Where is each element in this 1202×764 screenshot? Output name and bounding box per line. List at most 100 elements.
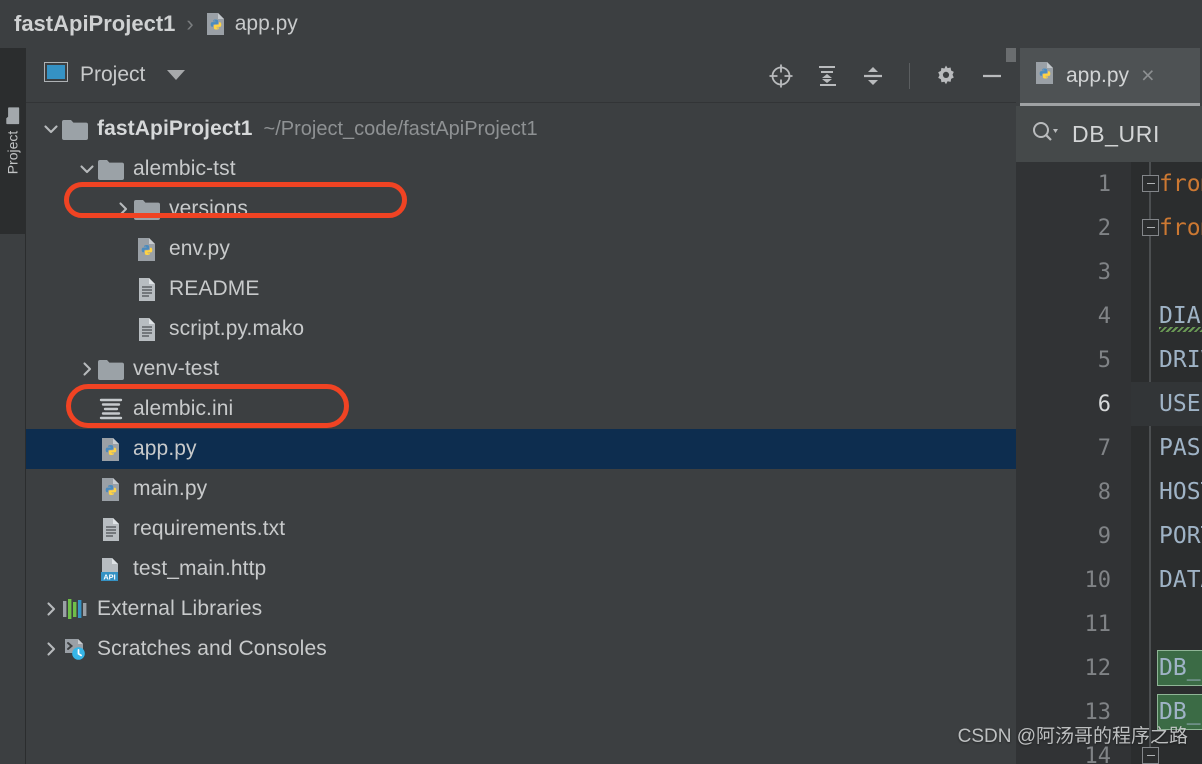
collapse-all-icon[interactable] xyxy=(859,62,887,90)
folder-icon xyxy=(98,359,124,380)
pycharm-window: fastApiProject1 › app.py Project Project… xyxy=(0,0,1202,764)
project-panel-title[interactable]: Project xyxy=(44,62,186,88)
project-file-tree[interactable]: fastApiProject1 ~/Project_code/fastApiPro… xyxy=(26,103,1016,764)
breadcrumb-project-label: fastApiProject1 xyxy=(14,11,176,36)
code-line[interactable]: 10 DATA xyxy=(1016,558,1202,602)
editor-tab-app-py[interactable]: app.py × xyxy=(1020,48,1200,106)
tree-row-label: External Libraries xyxy=(97,597,263,620)
tree-row-versions[interactable]: versions xyxy=(26,189,1016,229)
libraries-icon xyxy=(62,598,88,620)
tree-arrow-placeholder xyxy=(112,278,134,300)
gear-icon[interactable] xyxy=(932,62,960,90)
fold-marker-icon[interactable] xyxy=(1142,219,1159,236)
tree-row-env-py[interactable]: env.py xyxy=(26,229,1016,269)
tree-arrow-placeholder xyxy=(76,438,98,460)
code-line[interactable]: 1 from xyxy=(1016,162,1202,206)
code-line[interactable]: 11 xyxy=(1016,602,1202,646)
line-number: 8 xyxy=(1097,479,1111,505)
project-panel-toolbar xyxy=(767,48,1006,103)
project-window-icon xyxy=(44,62,68,88)
code-line[interactable]: 7 PASS xyxy=(1016,426,1202,470)
line-number: 2 xyxy=(1097,215,1111,241)
spellcheck-squiggle xyxy=(1159,327,1202,332)
breadcrumb-separator-icon: › xyxy=(186,11,194,36)
text-file-icon xyxy=(134,317,160,342)
chevron-right-icon[interactable] xyxy=(40,598,62,620)
tree-arrow-placeholder xyxy=(76,398,98,420)
expand-all-icon[interactable] xyxy=(813,62,841,90)
editor-pane: app.py × DB_URI 1 from 2 from 3 4 DIAL 5 DRIV 6 US… xyxy=(1016,48,1202,764)
fold-marker-icon[interactable] xyxy=(1142,747,1159,764)
python-file-icon xyxy=(134,237,160,262)
select-opened-file-icon[interactable] xyxy=(767,62,795,90)
code-line[interactable]: 9 PORT xyxy=(1016,514,1202,558)
breadcrumb-project[interactable]: fastApiProject1 xyxy=(14,11,175,37)
code-text: DRIV xyxy=(1159,347,1202,373)
tree-row-test-main-http[interactable]: API test_main.http xyxy=(26,549,1016,589)
ini-file-icon xyxy=(98,397,124,421)
tree-row-label: alembic-tst xyxy=(133,157,236,180)
code-text: from xyxy=(1159,171,1202,197)
tree-row-scratches-and-consoles[interactable]: Scratches and Consoles xyxy=(26,629,1016,669)
scrollbar-thumb[interactable] xyxy=(1006,48,1016,62)
chevron-right-icon[interactable] xyxy=(40,638,62,660)
tree-row-main-py[interactable]: main.py xyxy=(26,469,1016,509)
watermark: CSDN @阿汤哥的程序之路 xyxy=(957,726,1188,747)
code-text: USER xyxy=(1159,391,1202,417)
tree-row-fastapiproject1[interactable]: fastApiProject1 ~/Project_code/fastApiPro… xyxy=(26,109,1016,149)
tree-row-alembic-ini[interactable]: alembic.ini xyxy=(26,389,1016,429)
toolbar-divider xyxy=(909,62,910,89)
chevron-down-icon[interactable] xyxy=(76,158,98,180)
code-line-background xyxy=(1131,250,1202,294)
line-number: 9 xyxy=(1097,523,1111,549)
tool-window-strip: Project xyxy=(0,48,25,764)
tree-row-label: Scratches and Consoles xyxy=(97,637,327,660)
tree-row-label: versions xyxy=(169,197,248,220)
tree-row-requirements-txt[interactable]: requirements.txt xyxy=(26,509,1016,549)
code-text: HOST xyxy=(1159,479,1202,505)
tree-row-script-py-mako[interactable]: script.py.mako xyxy=(26,309,1016,349)
line-number: 5 xyxy=(1097,347,1111,373)
tool-strip-project-label: Project xyxy=(4,130,21,175)
tree-arrow-placeholder xyxy=(112,238,134,260)
tree-row-label: README xyxy=(169,277,260,300)
code-editor-area[interactable]: 1 from 2 from 3 4 DIAL 5 DRIV 6 USER 7 PASS 8 HOST 9 POR… xyxy=(1016,162,1202,764)
code-text: from xyxy=(1159,215,1202,241)
hide-panel-icon[interactable] xyxy=(978,62,1006,90)
find-bar[interactable]: DB_URI xyxy=(1016,106,1202,162)
code-line[interactable]: 4 DIAL xyxy=(1016,294,1202,338)
breadcrumb-file[interactable]: app.py xyxy=(205,12,298,36)
tree-row-label: env.py xyxy=(169,237,230,260)
chevron-down-icon[interactable] xyxy=(40,118,62,140)
tree-row-app-py[interactable]: app.py xyxy=(26,429,1016,469)
tree-row-label: alembic.ini xyxy=(133,397,234,420)
chevron-right-icon[interactable] xyxy=(112,198,134,220)
line-number: 1 xyxy=(1097,171,1111,197)
tree-row-label: test_main.http xyxy=(133,557,267,580)
line-number: 6 xyxy=(1097,391,1111,417)
tree-row-alembic-tst[interactable]: alembic-tst xyxy=(26,149,1016,189)
code-line[interactable]: 6 USER xyxy=(1016,382,1202,426)
code-text: DB_U xyxy=(1159,655,1202,681)
line-number: 3 xyxy=(1097,259,1111,285)
chevron-right-icon[interactable] xyxy=(76,358,98,380)
tree-row-label: fastApiProject1 xyxy=(97,117,253,140)
tree-row-readme[interactable]: README xyxy=(26,269,1016,309)
code-line[interactable]: 8 HOST xyxy=(1016,470,1202,514)
code-line[interactable]: 5 DRIV xyxy=(1016,338,1202,382)
close-icon[interactable]: × xyxy=(1141,64,1154,87)
find-input[interactable]: DB_URI xyxy=(1072,121,1160,148)
code-line[interactable]: 2 from xyxy=(1016,206,1202,250)
search-icon[interactable] xyxy=(1030,119,1060,150)
tree-row-label: script.py.mako xyxy=(169,317,305,340)
tree-row-venv-test[interactable]: venv-test xyxy=(26,349,1016,389)
tree-row-external-libraries[interactable]: External Libraries xyxy=(26,589,1016,629)
code-line[interactable]: 12 DB_U xyxy=(1016,646,1202,690)
tree-arrow-placeholder xyxy=(76,518,98,540)
code-text: PASS xyxy=(1159,435,1202,461)
code-line[interactable]: 3 xyxy=(1016,250,1202,294)
tool-strip-project-button[interactable]: Project xyxy=(0,48,25,234)
fold-marker-icon[interactable] xyxy=(1142,175,1159,192)
chevron-down-icon[interactable] xyxy=(167,70,186,80)
line-number: 4 xyxy=(1097,303,1111,329)
